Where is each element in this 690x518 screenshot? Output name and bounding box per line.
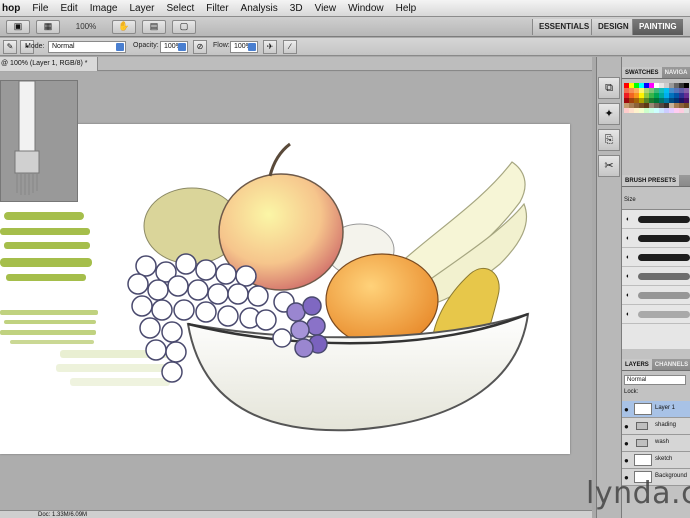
menu-help[interactable]: Help <box>390 3 423 14</box>
layer-thumbnail <box>634 454 652 466</box>
brush-presets-panel: BRUSH PRESETS Size ◐ ◐ ◐ ◐ ◐ ◐ <box>622 175 690 357</box>
layer-name: shading <box>655 422 677 428</box>
folder-icon <box>636 422 648 430</box>
brush-panel-icon[interactable]: ✦ <box>598 103 620 125</box>
blend-mode-select[interactable]: Normal <box>624 375 686 385</box>
lock-label: Lock: <box>624 389 639 395</box>
document-size: Doc: 1.33M/6.09M <box>38 512 88 518</box>
brush-preset[interactable]: ◐ <box>622 248 690 267</box>
menu-edit[interactable]: Edit <box>54 3 83 14</box>
pressure-opacity-icon[interactable]: ⊘ <box>193 40 207 54</box>
brush-list: ◐ ◐ ◐ ◐ ◐ ◐ <box>622 209 690 349</box>
layer-name: wash <box>655 439 670 445</box>
brush-icon: ◐ <box>626 273 631 280</box>
mode-label: Mode: <box>25 43 45 50</box>
tool-options-bar: ✎ • Mode: Normal Opacity: 100% ⊘ Flow: 1… <box>0 38 690 56</box>
layer-row[interactable]: ● sketch <box>622 452 690 469</box>
orange <box>325 253 439 347</box>
document-tab[interactable]: @ 100% (Layer 1, RGB/8) * <box>0 57 98 71</box>
tab-layers[interactable]: LAYERS <box>622 359 652 370</box>
eye-icon[interactable]: ● <box>624 456 629 465</box>
airbrush-icon[interactable]: ✈ <box>263 40 277 54</box>
fruit-bowl-painting <box>0 142 530 432</box>
dropdown-arrow-icon <box>116 43 124 51</box>
menu-filter[interactable]: Filter <box>200 3 234 14</box>
mode-select[interactable]: Normal <box>48 41 126 53</box>
panels-dock: SWATCHES NAVIGA BRUSH PRESETS Size ◐ ◐ ◐… <box>622 57 690 518</box>
arrange-documents-icon[interactable]: ▤ <box>142 19 166 34</box>
document-tab-bar: @ 100% (Layer 1, RGB/8) * <box>0 57 592 71</box>
workspace-painting-button[interactable]: PAINTING <box>632 19 683 35</box>
brush-icon: ◐ <box>626 254 631 261</box>
eye-icon[interactable]: ● <box>624 422 629 431</box>
dropdown-arrow-icon <box>178 43 186 51</box>
opacity-label: Opacity: <box>133 42 159 49</box>
brush-preset[interactable]: ◐ <box>622 305 690 324</box>
opacity-field[interactable]: 100% <box>160 41 188 53</box>
dropdown-arrow-icon <box>248 43 256 51</box>
panel-icon-strip: ⧉ ✦ ⎘ ✂ <box>596 57 622 518</box>
swatch-grid[interactable] <box>624 83 690 145</box>
menu-window[interactable]: Window <box>342 3 390 14</box>
mode-value: Normal <box>52 43 75 50</box>
folder-icon <box>636 439 648 447</box>
flow-label: Flow: <box>213 42 230 49</box>
layer-row[interactable]: ● wash <box>622 435 690 452</box>
brush-preset[interactable]: ◐ <box>622 286 690 305</box>
layer-name: sketch <box>655 456 673 462</box>
brush-icon: ◐ <box>626 292 631 299</box>
tab-brush-presets[interactable]: BRUSH PRESETS <box>622 175 680 186</box>
workspace-essentials-button[interactable]: ESSENTIALS <box>532 19 596 35</box>
canvas-area[interactable] <box>0 72 592 510</box>
zoom-level[interactable]: 100% <box>66 20 106 34</box>
eye-icon[interactable]: ● <box>624 405 629 414</box>
app-name[interactable]: hop <box>0 3 26 14</box>
menu-image[interactable]: Image <box>84 3 124 14</box>
tab-swatches[interactable]: SWATCHES <box>622 67 662 78</box>
brush-tool-icon[interactable]: ✎ <box>3 40 17 54</box>
layer-row[interactable]: ● Layer 1 <box>622 401 690 418</box>
history-icon[interactable]: ⧉ <box>598 77 620 99</box>
menu-analysis[interactable]: Analysis <box>235 3 284 14</box>
hand-tool-icon[interactable]: ✋ <box>112 19 136 34</box>
brush-preview <box>0 80 78 202</box>
layer-name: Layer 1 <box>655 405 676 411</box>
brush-icon: ◐ <box>626 235 631 242</box>
tool-presets-icon[interactable]: ✂ <box>598 155 620 177</box>
menu-layer[interactable]: Layer <box>123 3 160 14</box>
brush-preset[interactable]: ◐ <box>622 210 690 229</box>
layer-thumbnail <box>634 403 652 415</box>
brush-icon: ◐ <box>626 311 631 318</box>
menu-3d[interactable]: 3D <box>284 3 309 14</box>
swatches-panel: SWATCHES NAVIGA <box>622 67 690 159</box>
flow-field[interactable]: 100% <box>230 41 258 53</box>
blend-mode-value: Normal <box>627 377 647 383</box>
layer-row[interactable]: ● shading <box>622 418 690 435</box>
eye-icon[interactable]: ● <box>624 439 629 448</box>
tab-channels[interactable]: CHANNELS <box>652 359 690 370</box>
brush-preset[interactable]: ◐ <box>622 267 690 286</box>
workspace-design-button[interactable]: DESIGN <box>591 19 635 35</box>
menu-view[interactable]: View <box>309 3 343 14</box>
menu-select[interactable]: Select <box>161 3 201 14</box>
lynda-watermark: lynda.c <box>586 476 690 511</box>
pressure-size-icon[interactable]: ∕ <box>283 40 297 54</box>
document-title: @ 100% (Layer 1, RGB/8) * <box>1 60 88 67</box>
menu-bar: hop File Edit Image Layer Select Filter … <box>0 0 690 17</box>
status-bar: Doc: 1.33M/6.09M <box>0 510 592 518</box>
tab-navigator[interactable]: NAVIGA <box>662 67 690 78</box>
screen-mode-icon[interactable]: ▢ <box>172 19 196 34</box>
brush-size-control[interactable]: Size <box>624 197 688 205</box>
brush-preset[interactable]: ◐ <box>622 229 690 248</box>
brush-shape-icon <box>1 80 77 201</box>
document-canvas[interactable] <box>0 124 570 454</box>
application-bar: ▣ ▦ 100% ✋ ▤ ▢ ESSENTIALS DESIGN PAINTIN… <box>0 17 690 37</box>
brush-icon: ◐ <box>626 216 631 223</box>
swatch[interactable] <box>684 108 689 113</box>
view-extras-icon[interactable]: ▦ <box>36 19 60 34</box>
brush-size-label: Size <box>624 197 636 203</box>
menu-file[interactable]: File <box>26 3 54 14</box>
bridge-icon[interactable]: ▣ <box>6 19 30 34</box>
clone-source-icon[interactable]: ⎘ <box>598 129 620 151</box>
